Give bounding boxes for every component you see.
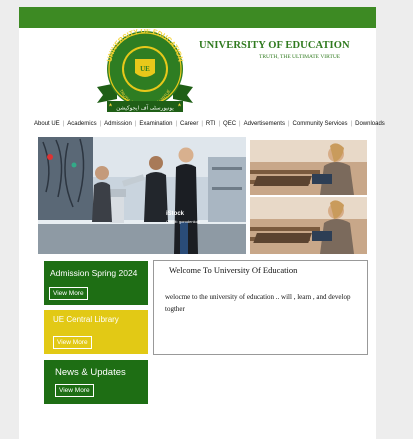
welcome-panel: Welcome To University Of Education weloc… (153, 260, 368, 355)
image-credit: Credit: gorodenkoff (166, 219, 200, 224)
nav-item-qec[interactable]: QEC (220, 121, 239, 127)
welcome-title: Welcome To University Of Education (169, 265, 298, 275)
brand-title: UNIVERSITY OF EDUCATION (199, 40, 350, 51)
nav-item-admission[interactable]: Admission (101, 121, 135, 127)
welcome-body: welocme to the university of education .… (165, 293, 351, 313)
main-navigation: About UE | Academics | Admission | Examinat… (31, 118, 388, 130)
card-library-title: UE Central Library (53, 315, 119, 324)
nav-item-rti[interactable]: RTI (203, 121, 219, 127)
news-view-more-button[interactable]: View More (55, 384, 94, 397)
card-admission-title: Admission Spring 2024 (50, 268, 138, 278)
card-admission[interactable]: Admission Spring 2024 View More (44, 261, 148, 305)
card-library[interactable]: UE Central Library View More (44, 310, 148, 354)
card-news-title: News & Updates (55, 367, 126, 378)
image-watermark: iStock (166, 211, 185, 217)
card-news[interactable]: News & Updates View More (44, 360, 148, 404)
library-view-more-button[interactable]: View More (53, 336, 92, 349)
seal-letters: UE (140, 65, 150, 73)
hero-classroom-image-2[interactable] (250, 197, 367, 254)
nav-item-downloads[interactable]: Downloads (352, 121, 388, 127)
urdu-name: یونیورسٹی آف ایجوکیشن (116, 105, 174, 112)
nav-item-community-services[interactable]: Community Services (290, 121, 351, 127)
nav-item-academics[interactable]: Academics (64, 121, 99, 127)
admission-view-more-button[interactable]: View More (49, 287, 88, 300)
nav-item-examination[interactable]: Examination (136, 121, 175, 127)
nav-item-career[interactable]: Career (177, 121, 201, 127)
nav-item-advertisements[interactable]: Advertisements (241, 121, 288, 127)
brand-tagline: TRUTH, THE ULTIMATE VIRTUE (259, 54, 341, 60)
hero-lab-image[interactable]: iStock Credit: gorodenkoff (38, 137, 246, 254)
top-bar (19, 7, 376, 28)
university-logo[interactable]: UNIVERSITY OF EDUCATION TRUTH, THE ULTIM… (93, 29, 197, 115)
nav-item-about[interactable]: About UE (31, 121, 63, 127)
hero-classroom-image-1[interactable] (250, 140, 367, 195)
page-container: UNIVERSITY OF EDUCATION TRUTH, THE ULTIM… (19, 7, 385, 439)
